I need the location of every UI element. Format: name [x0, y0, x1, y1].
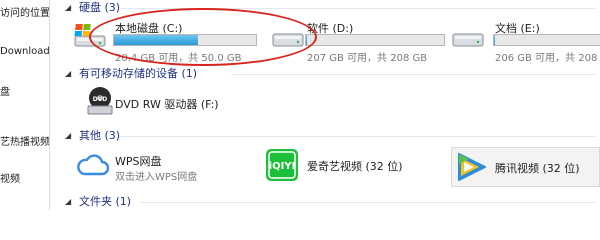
group-title: 硬盘 (3): [79, 1, 121, 14]
nav-item-label: Downloads: [0, 46, 50, 57]
group-header-hard-disks[interactable]: ◢ 硬盘 (3): [65, 0, 120, 14]
capacity-fill: [494, 35, 496, 45]
collapse-chevron-icon[interactable]: ◢: [65, 197, 75, 206]
iqiyi-video-label: 爱奇艺视频 (32 位): [307, 160, 403, 173]
nav-item-label: 盘: [0, 87, 10, 98]
group-title: 有可移动存储的设备 (1): [79, 67, 198, 80]
group-divider: [141, 202, 596, 203]
capacity-bar: [493, 34, 600, 46]
collapse-chevron-icon[interactable]: ◢: [65, 69, 75, 78]
group-divider: [231, 74, 596, 75]
drive-e[interactable]: 文档 (E:) 206 GB 可用，共 208 GB: [451, 18, 600, 64]
nav-item-recent-places[interactable]: 访问的位置: [0, 4, 50, 19]
wps-cloud-label: WPS网盘: [115, 155, 162, 168]
nav-item-iqiyi[interactable]: 艺热播视频: [0, 133, 50, 148]
collapse-chevron-icon[interactable]: ◢: [65, 3, 75, 12]
navigation-pane: 访问的位置 Downloads 盘 艺热播视频 视频: [0, 0, 50, 210]
capacity-bar: [113, 34, 257, 46]
drive-free-space: 206 GB 可用，共 208 GB: [495, 53, 600, 64]
iqiyi-video-shortcut[interactable]: iQIYI 爱奇艺视频 (32 位): [265, 148, 435, 184]
hard-drive-icon: [272, 33, 304, 47]
drive-free-space: 207 GB 可用，共 208 GB: [307, 53, 428, 64]
wps-cloud-description: 双击进入WPS网盘: [115, 172, 198, 183]
capacity-fill: [114, 35, 198, 45]
collapse-chevron-icon[interactable]: ◢: [65, 131, 75, 140]
nav-item-disk[interactable]: 盘: [0, 83, 10, 98]
tencent-video-label: 腾讯视频 (32 位): [495, 162, 580, 175]
tencent-video-icon: [458, 153, 486, 181]
group-header-folders[interactable]: ◢ 文件夹 (1): [65, 194, 131, 208]
group-title: 其他 (3): [79, 129, 121, 142]
iqiyi-icon-text: iQIYI: [269, 161, 296, 172]
nav-item-label: 艺热播视频: [0, 137, 50, 148]
drive-d[interactable]: 软件 (D:) 207 GB 可用，共 208 GB: [271, 18, 451, 64]
dvd-drive-label: DVD RW 驱动器 (F:): [115, 98, 219, 111]
content-pane: ◢ 硬盘 (3) 本地磁盘 (C:) 20.4 GB 可用，共 50.0 GB …: [51, 0, 600, 210]
group-header-other[interactable]: ◢ 其他 (3): [65, 128, 120, 142]
capacity-fill: [306, 35, 308, 45]
drive-free-space: 20.4 GB 可用，共 50.0 GB: [115, 53, 242, 64]
nav-item-label: 视频: [0, 174, 20, 185]
dvd-drive[interactable]: DVD DVD RW 驱动器 (F:): [87, 86, 247, 120]
windows-drive-icon: [74, 24, 106, 47]
nav-item-downloads[interactable]: Downloads: [0, 46, 50, 57]
drive-c[interactable]: 本地磁盘 (C:) 20.4 GB 可用，共 50.0 GB: [73, 18, 293, 64]
dvd-drive-icon: DVD: [87, 87, 113, 115]
tencent-video-shortcut[interactable]: 腾讯视频 (32 位): [455, 150, 600, 186]
wps-cloud-drive[interactable]: WPS网盘 双击进入WPS网盘: [75, 148, 235, 184]
cloud-icon: [77, 154, 109, 176]
group-header-removable[interactable]: ◢ 有可移动存储的设备 (1): [65, 66, 197, 80]
group-title: 文件夹 (1): [79, 195, 132, 208]
dvd-icon-text: DVD: [93, 96, 108, 103]
group-divider: [119, 136, 596, 137]
group-divider: [121, 8, 596, 9]
capacity-bar: [305, 34, 445, 46]
iqiyi-icon: iQIYI: [266, 149, 298, 181]
hard-drive-icon: [452, 33, 484, 47]
nav-item-video[interactable]: 视频: [0, 170, 20, 185]
nav-item-label: 访问的位置: [0, 8, 50, 19]
